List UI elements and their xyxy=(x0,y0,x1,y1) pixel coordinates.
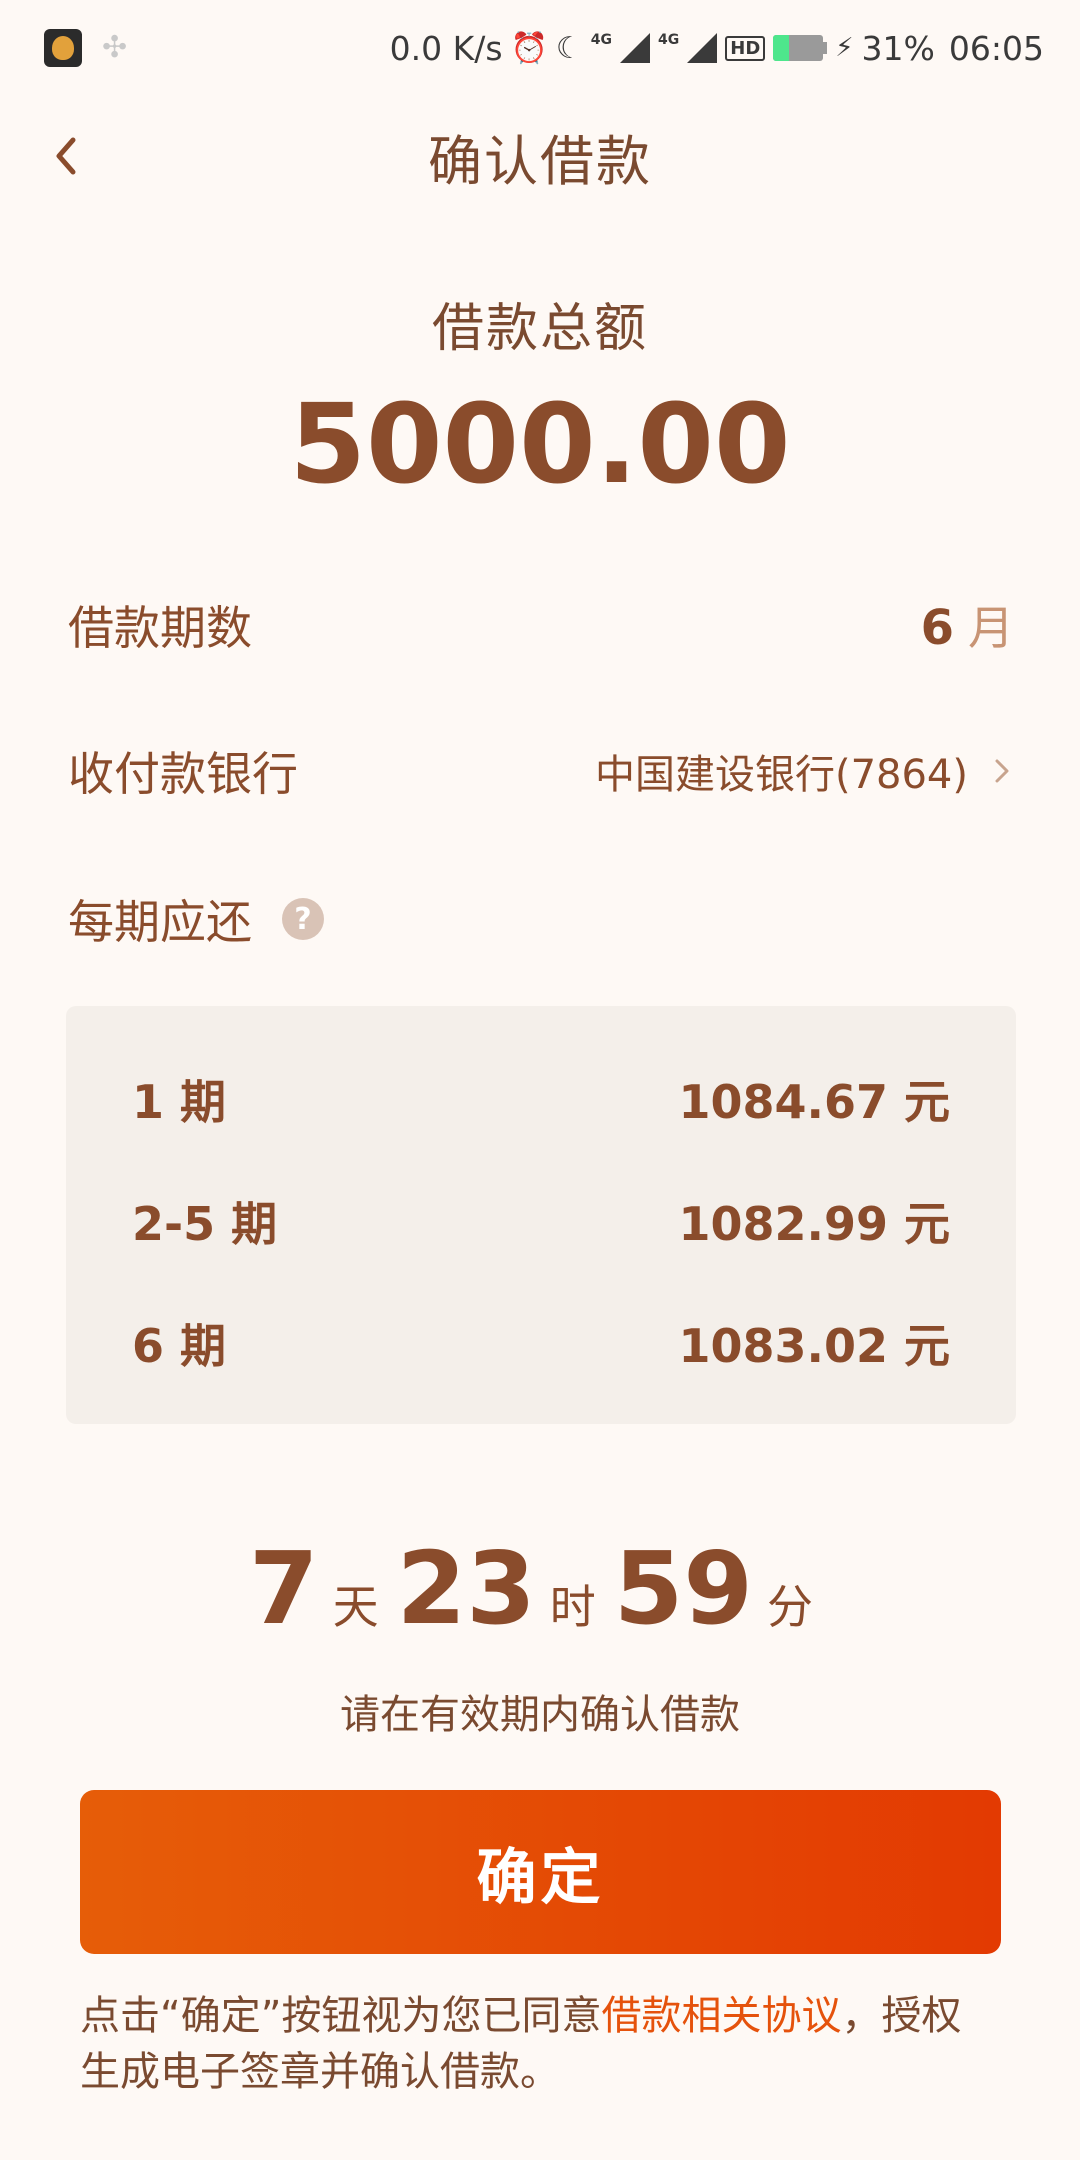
status-left: ✣ xyxy=(44,29,136,67)
periods-number: 6 xyxy=(920,600,954,656)
amount-label: 借款总额 xyxy=(431,299,648,359)
schedule-amount: 1082.99 元 xyxy=(678,1197,950,1251)
countdown-hours-unit: 时 xyxy=(549,1580,596,1634)
schedule-amount: 1083.02 元 xyxy=(678,1319,950,1373)
countdown-days: 7 xyxy=(249,1530,319,1647)
header: 确认借款 xyxy=(0,96,1080,216)
per-period-row: 每期应还 ? xyxy=(68,886,1014,952)
signal-icon-2 xyxy=(687,33,718,63)
alarm-icon: ⏰ xyxy=(510,30,548,66)
battery-percent: 31% xyxy=(861,28,935,68)
schedule-amount: 1084.67 元 xyxy=(678,1075,950,1129)
countdown: 7 天 23 时 59 分 xyxy=(0,1530,1080,1647)
battery-icon xyxy=(773,35,828,61)
schedule-row: 1 期 1084.67 元 xyxy=(132,1066,950,1132)
bank-label: 收付款银行 xyxy=(68,747,298,801)
hd-icon: HD xyxy=(725,35,766,61)
countdown-minutes: 59 xyxy=(613,1530,753,1647)
agreement-link[interactable]: 借款相关协议 xyxy=(601,1993,841,2039)
moon-icon: ☾ xyxy=(555,30,583,66)
4g-tag: 4G xyxy=(590,32,613,48)
periods-label: 借款期数 xyxy=(68,601,252,655)
per-period-label: 每期应还 xyxy=(68,895,252,949)
schedule-period: 6 期 xyxy=(132,1319,227,1373)
chevron-right-icon xyxy=(995,759,1009,783)
repayment-schedule: 1 期 1084.67 元 2-5 期 1082.99 元 6 期 1083.0… xyxy=(66,1006,1016,1424)
status-right: 0.0 K/s ⏰ ☾ 4G 4G HD ⚡ 31% 06:05 xyxy=(390,29,1044,68)
schedule-period: 2-5 期 xyxy=(132,1197,278,1251)
signal-icon xyxy=(620,33,651,63)
countdown-minutes-unit: 分 xyxy=(766,1580,813,1634)
clock: 06:05 xyxy=(948,28,1044,68)
bank-name: 中国建设银行(7864) xyxy=(594,752,968,798)
help-icon[interactable]: ? xyxy=(282,898,324,940)
bank-row[interactable]: 收付款银行 中国建设银行(7864) xyxy=(68,738,1014,804)
agreement-text: 点击“确定”按钮视为您已同意借款相关协议，授权生成电子签章并确认借款。 xyxy=(80,1988,1001,2100)
chevron-left-icon xyxy=(56,137,76,175)
schedule-row: 6 期 1083.02 元 xyxy=(132,1310,950,1376)
periods-value: 6月 xyxy=(921,592,1014,658)
app-notification-icon xyxy=(44,29,82,67)
loan-amount: 5000.00 xyxy=(289,380,791,508)
bank-value[interactable]: 中国建设银行(7864) xyxy=(595,742,1014,800)
status-bar: ✣ 0.0 K/s ⏰ ☾ 4G 4G HD ⚡ 31% 06:05 xyxy=(0,0,1080,96)
4g-tag-2: 4G xyxy=(658,32,680,48)
countdown-hint: 请在有效期内确认借款 xyxy=(340,1692,740,1738)
sync-icon: ✣ xyxy=(102,30,128,65)
page-title: 确认借款 xyxy=(428,129,652,193)
confirm-button[interactable]: 确定 xyxy=(80,1790,1001,1954)
countdown-hours: 23 xyxy=(396,1530,536,1647)
charging-icon: ⚡ xyxy=(835,33,854,63)
schedule-period: 1 期 xyxy=(132,1075,227,1129)
network-speed: 0.0 K/s xyxy=(389,28,503,68)
schedule-row: 2-5 期 1082.99 元 xyxy=(132,1188,950,1254)
agreement-prefix: 点击“确定”按钮视为您已同意 xyxy=(80,1993,602,2039)
periods-unit: 月 xyxy=(968,601,1014,655)
periods-row: 借款期数 6月 xyxy=(68,592,1014,658)
back-button[interactable] xyxy=(44,134,88,178)
confirm-loan-page: ✣ 0.0 K/s ⏰ ☾ 4G 4G HD ⚡ 31% 06:05 确认借款 … xyxy=(0,0,1080,2160)
countdown-days-unit: 天 xyxy=(332,1580,379,1634)
